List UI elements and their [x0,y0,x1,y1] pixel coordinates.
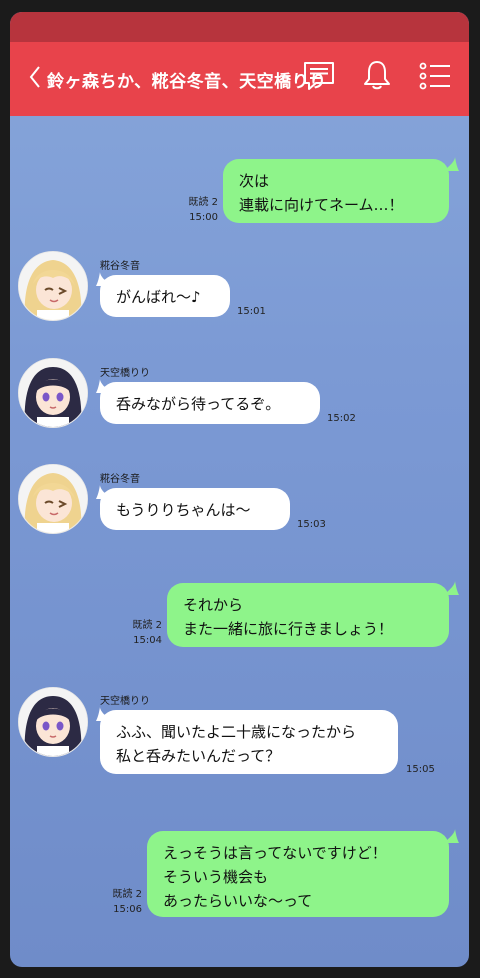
message-meta: 既読 2 15:06 [104,887,142,917]
sender-name: 糀谷冬音 [100,474,140,485]
message-time: 15:00 [189,212,218,223]
sender-name: 糀谷冬音 [100,261,140,272]
message-line: 私と呑みたいんだって？ [116,747,281,765]
avatar-blonde-girl-icon [19,465,87,533]
sender-name: 天空橋りり [100,696,150,707]
message-time: 15:03 [297,519,326,530]
back-chevron-icon[interactable] [28,64,42,90]
status-strip [10,12,469,42]
bubble-tail [443,157,459,171]
message-meta: 既読 2 15:04 [124,618,162,648]
message-line: また一緒に旅に行きましょう！ [183,620,394,638]
message-bubble-mine[interactable]: えっそうは言ってないですけど！ そういう機会も あったらいいな〜って [147,831,449,917]
message-time: 15:04 [133,635,162,646]
chat-title[interactable]: 鈴ヶ森ちか、糀谷冬音、天空橋りり [47,67,327,92]
message-line: 次は [239,172,270,190]
bubble-tail [96,272,112,286]
bubble-tail [96,707,112,721]
bubble-tail [443,581,459,595]
read-receipt: 既読 2 [132,620,162,631]
avatar[interactable] [18,464,88,534]
avatar-blonde-girl-icon [19,252,87,320]
message-meta: 既読 2 15:00 [182,195,218,225]
avatar[interactable] [18,358,88,428]
message-bubble-other[interactable]: 呑みながら待ってるぞ。 [100,382,320,424]
bubble-tail [96,485,112,499]
message-line: えっそうは言ってないですけど！ [163,844,387,862]
avatar-dark-hair-girl-icon [19,688,87,756]
message-bubble-mine[interactable]: それから また一緒に旅に行きましょう！ [167,583,449,647]
message-line: がんばれ〜♪ [116,288,201,306]
message-bubble-other[interactable]: ふふ、聞いたよ二十歳になったから 私と呑みたいんだって？ [100,710,398,774]
chat-screen: 鈴ヶ森ちか、糀谷冬音、天空橋りり 既読 2 15:00 次は 連載に向けてネーム… [10,12,469,967]
read-receipt: 既読 2 [112,889,142,900]
message-line: ふふ、聞いたよ二十歳になったから [116,723,357,741]
message-line: もうりりちゃんは〜 [116,501,251,519]
message-time: 15:02 [327,413,356,424]
message-line: 呑みながら待ってるぞ。 [116,395,281,413]
message-time: 15:06 [113,904,142,915]
message-line: そういう機会も [163,868,269,886]
sender-name: 天空橋りり [100,368,150,379]
message-bubble-mine[interactable]: 次は 連載に向けてネーム…！ [223,159,449,223]
bubble-tail [96,379,112,393]
chat-header: 鈴ヶ森ちか、糀谷冬音、天空橋りり [10,42,469,116]
message-time: 15:01 [237,306,266,317]
message-line: それから [183,596,244,614]
avatar[interactable] [18,251,88,321]
notes-icon[interactable] [303,61,335,91]
menu-list-icon[interactable] [419,62,451,90]
message-line: 連載に向けてネーム…！ [239,196,404,214]
message-line: あったらいいな〜って [163,892,313,910]
bubble-tail [443,829,459,843]
avatar[interactable] [18,687,88,757]
message-time: 15:05 [406,764,435,775]
read-receipt: 既読 2 [188,197,218,208]
avatar-dark-hair-girl-icon [19,359,87,427]
message-bubble-other[interactable]: がんばれ〜♪ [100,275,230,317]
bell-icon[interactable] [362,59,392,91]
message-bubble-other[interactable]: もうりりちゃんは〜 [100,488,290,530]
